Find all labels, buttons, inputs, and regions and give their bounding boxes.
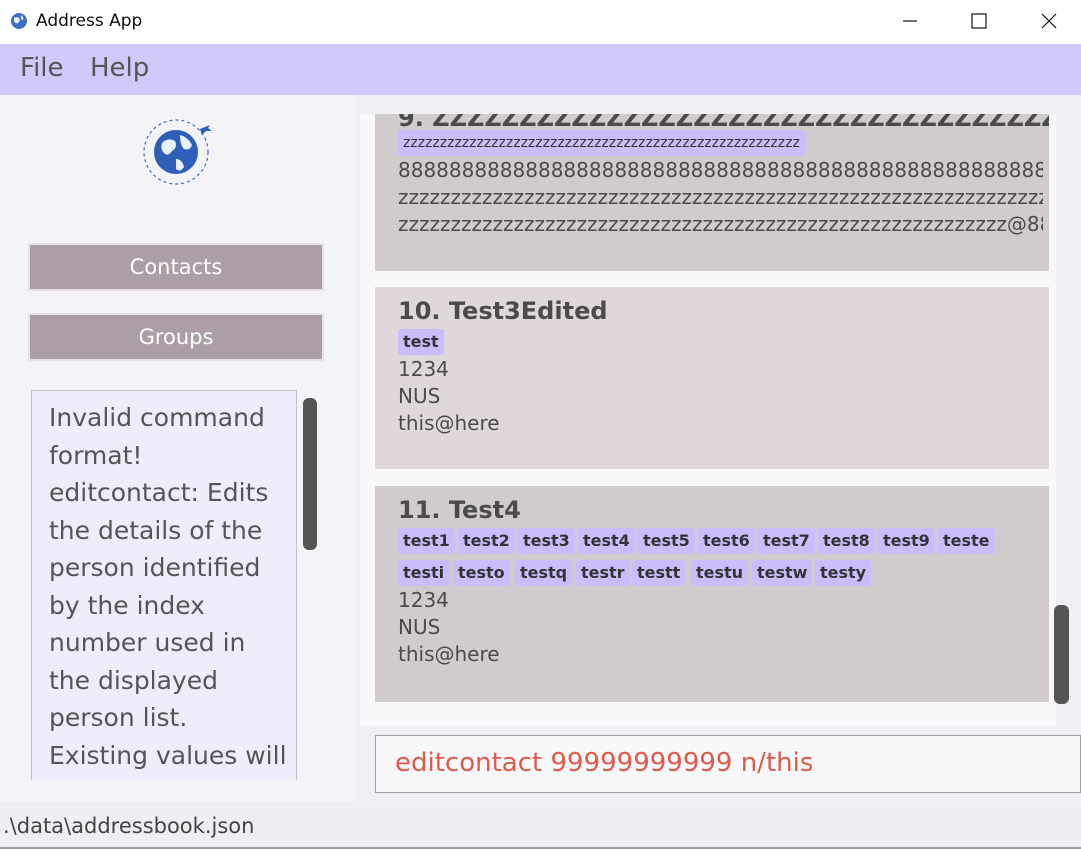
- person-tag: testi: [398, 560, 450, 586]
- person-email: this@here: [398, 411, 500, 435]
- person-address: NUS: [398, 615, 441, 639]
- person-card[interactable]: 9. ZZZZZZZZZZZZZZZZZZZZZZZZZZZZZZZZZZZZZ…: [375, 114, 1049, 271]
- person-tag: testq: [515, 560, 573, 586]
- contacts-button[interactable]: Contacts: [28, 243, 324, 291]
- person-tag: test3: [518, 528, 575, 554]
- person-tag: test2: [458, 528, 515, 554]
- menu-help[interactable]: Help: [90, 53, 149, 83]
- person-tag: zzzzzzzzzzzzzzzzzzzzzzzzzzzzzzzzzzzzzzzz…: [398, 130, 805, 156]
- globe-airplane-icon: [143, 119, 212, 185]
- person-phone: 1234: [398, 357, 449, 381]
- awe-logo: [110, 115, 250, 227]
- person-email: zzzzzzzzzzzzzzzzzzzzzzzzzzzzzzzzzzzzzzzz…: [398, 212, 1043, 236]
- result-scrollbar[interactable]: [303, 398, 317, 550]
- person-name: 11. Test4: [398, 496, 521, 524]
- person-card[interactable]: 11. Test4 test1 test2 test3 test4 test5 …: [375, 486, 1049, 702]
- person-card[interactable]: 10. Test3Edited test 1234 NUS this@here: [375, 287, 1049, 469]
- person-address: NUS: [398, 384, 441, 408]
- maximize-button[interactable]: [949, 0, 1009, 44]
- person-tag: testu: [691, 560, 749, 586]
- status-bar: .\data\addressbook.json: [0, 802, 1081, 849]
- person-email: this@here: [398, 642, 500, 666]
- person-tag: testw: [752, 560, 813, 586]
- person-list-scrollbar[interactable]: [1054, 605, 1069, 704]
- close-icon: [1041, 13, 1057, 29]
- person-tag: test6: [698, 528, 755, 554]
- window-title: Address App: [36, 11, 143, 31]
- save-location: .\data\addressbook.json: [3, 814, 255, 838]
- person-phone: 8888888888888888888888888888888888888888…: [398, 158, 1043, 182]
- person-tag: test8: [818, 528, 875, 554]
- globe-app-icon: [11, 13, 27, 29]
- person-tag: test4: [578, 528, 635, 554]
- menu-bar: File Help: [0, 44, 1081, 95]
- maximize-icon: [971, 13, 987, 29]
- person-phone: 1234: [398, 588, 449, 612]
- minimize-icon: [903, 20, 917, 22]
- result-message: Invalid command format! editcontact: Edi…: [49, 403, 287, 780]
- groups-button[interactable]: Groups: [28, 313, 324, 361]
- minimize-button[interactable]: [880, 0, 940, 44]
- person-tag: testt: [632, 560, 686, 586]
- result-display[interactable]: Invalid command format! editcontact: Edi…: [31, 390, 297, 780]
- menu-file[interactable]: File: [20, 53, 64, 83]
- command-input[interactable]: editcontact 99999999999 n/this: [375, 735, 1081, 793]
- person-tag: test7: [758, 528, 815, 554]
- person-name: 10. Test3Edited: [398, 297, 608, 325]
- person-address: zzzzzzzzzzzzzzzzzzzzzzzzzzzzzzzzzzzzzzzz…: [398, 185, 1043, 209]
- person-tag: teste: [938, 528, 995, 554]
- person-tag: testr: [576, 560, 630, 586]
- close-button[interactable]: [1019, 0, 1079, 44]
- person-tag: test1: [398, 528, 455, 554]
- person-tag: test: [398, 329, 444, 355]
- person-tag: test9: [878, 528, 935, 554]
- person-tag: test5: [638, 528, 695, 554]
- person-tag: testy: [815, 560, 872, 586]
- person-tag: testo: [453, 560, 510, 586]
- sidebar: Contacts Groups Invalid command format! …: [0, 95, 355, 802]
- title-bar: Address App: [0, 0, 1081, 44]
- command-text: editcontact 99999999999 n/this: [395, 748, 814, 778]
